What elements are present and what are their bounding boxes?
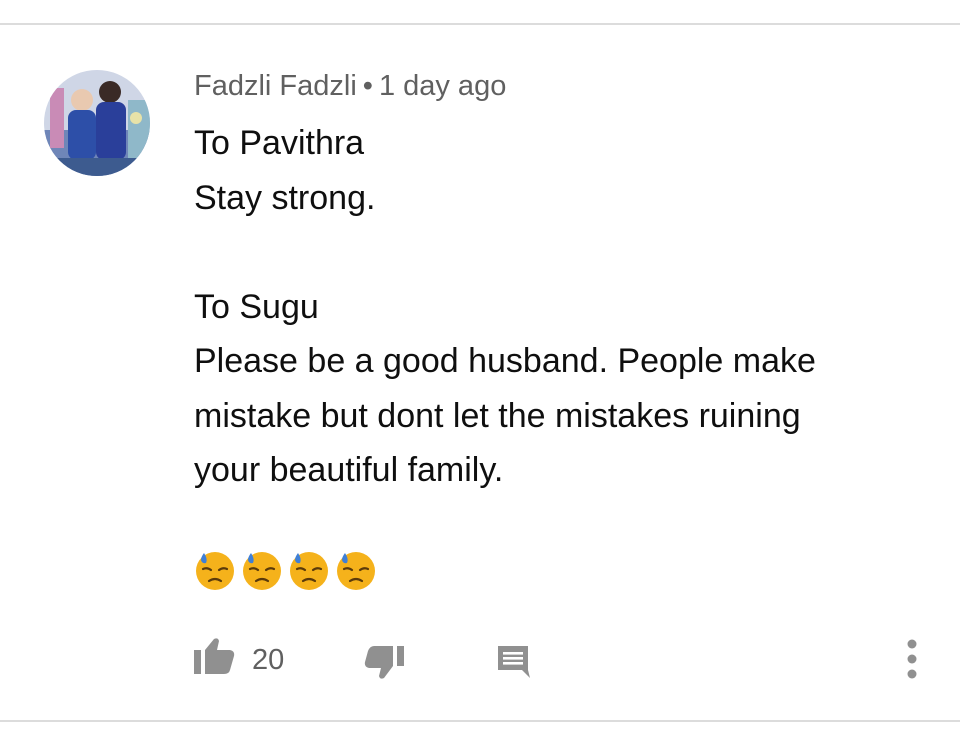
emoji-row [194, 549, 377, 591]
comment-line: mistake but dont let the mistakes ruinin… [194, 396, 801, 435]
comment-line: Stay strong. [194, 178, 376, 217]
comment-line [194, 225, 914, 280]
downcast-face-with-sweat-icon [337, 552, 375, 590]
comment-line: To Sugu [194, 287, 319, 326]
comment-line: To Pavithra [194, 124, 365, 162]
comment-line: your beautiful family. [194, 451, 504, 489]
meta-separator: • [362, 70, 373, 102]
downcast-face-with-sweat-icon [196, 552, 234, 590]
avatar-photo [44, 70, 150, 176]
comment-actions: 20 [0, 630, 960, 690]
thumbs-down-icon[interactable] [364, 644, 406, 682]
downcast-face-with-sweat-icon [290, 552, 328, 590]
author-name[interactable]: Fadzli Fadzli [194, 70, 357, 102]
comment-body: To Pavithra Stay strong. To Sugu Please … [194, 116, 914, 498]
downcast-face-with-sweat-icon [243, 552, 281, 590]
thumbs-up-icon[interactable] [192, 636, 236, 676]
comment-icon[interactable] [496, 644, 532, 680]
more-vertical-icon[interactable] [904, 638, 920, 682]
bottom-divider [0, 720, 960, 722]
comment-card: Fadzli Fadzli • 1 day ago To Pavithra Stay… [0, 0, 960, 745]
comment-meta: Fadzli Fadzli • 1 day ago [194, 70, 506, 103]
like-count: 20 [252, 644, 285, 676]
avatar[interactable] [44, 70, 150, 176]
comment-line: Please be a good husband. People make [194, 342, 816, 380]
comment-timestamp[interactable]: 1 day ago [379, 70, 506, 102]
top-divider [0, 23, 960, 25]
